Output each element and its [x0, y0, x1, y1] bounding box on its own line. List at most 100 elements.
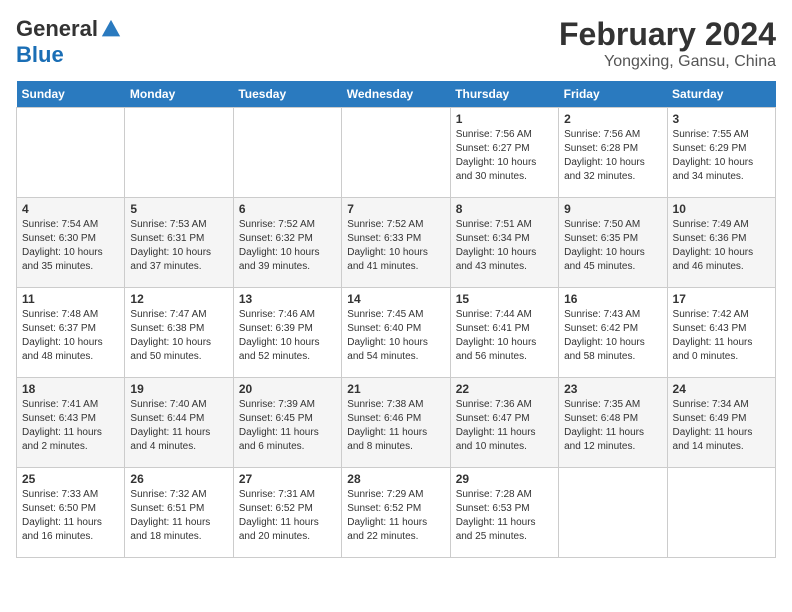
title-block: February 2024 Yongxing, Gansu, China [559, 16, 776, 71]
day-number: 22 [456, 382, 553, 396]
calendar-cell: 8Sunrise: 7:51 AM Sunset: 6:34 PM Daylig… [450, 198, 558, 288]
day-number: 8 [456, 202, 553, 216]
day-info: Sunrise: 7:53 AM Sunset: 6:31 PM Dayligh… [130, 219, 211, 272]
day-info: Sunrise: 7:28 AM Sunset: 6:53 PM Dayligh… [456, 489, 536, 542]
day-info: Sunrise: 7:47 AM Sunset: 6:38 PM Dayligh… [130, 309, 211, 362]
calendar-cell: 21 Sunrise: 7:38 AM Sunset: 6:46 PM Dayli… [342, 378, 450, 468]
calendar-cell: 25 Sunrise: 7:33 AM Sunset: 6:50 PM Dayli… [17, 468, 125, 558]
calendar-cell: 2Sunrise: 7:56 AM Sunset: 6:28 PM Daylig… [559, 108, 667, 198]
day-number: 5 [130, 202, 227, 216]
day-info: Sunrise: 7:48 AM Sunset: 6:37 PM Dayligh… [22, 309, 103, 362]
day-number: 25 [22, 472, 119, 486]
day-info: Sunrise: 7:45 AM Sunset: 6:40 PM Dayligh… [347, 309, 428, 362]
calendar-week-1: 1 Sunrise: 7:56 AM Sunset: 6:27 PM Daylig… [17, 108, 776, 198]
calendar-week-5: 25 Sunrise: 7:33 AM Sunset: 6:50 PM Dayli… [17, 468, 776, 558]
calendar-cell: 3 Sunrise: 7:55 AM Sunset: 6:29 PM Daylig… [667, 108, 775, 198]
calendar-cell [233, 108, 341, 198]
calendar-cell: 22 Sunrise: 7:36 AM Sunset: 6:47 PM Dayli… [450, 378, 558, 468]
day-number: 14 [347, 292, 444, 306]
calendar-cell: 18 Sunrise: 7:41 AM Sunset: 6:43 PM Dayli… [17, 378, 125, 468]
calendar-cell: 6 Sunrise: 7:52 AM Sunset: 6:32 PM Daylig… [233, 198, 341, 288]
day-info: Sunrise: 7:41 AM Sunset: 6:43 PM Dayligh… [22, 399, 102, 452]
header-saturday: Saturday [667, 81, 775, 108]
calendar-week-3: 11 Sunrise: 7:48 AM Sunset: 6:37 PM Dayli… [17, 288, 776, 378]
day-number: 12 [130, 292, 227, 306]
day-info: Sunrise: 7:54 AM Sunset: 6:30 PM Dayligh… [22, 219, 103, 272]
calendar-cell: 23 Sunrise: 7:35 AM Sunset: 6:48 PM Dayli… [559, 378, 667, 468]
day-number: 23 [564, 382, 661, 396]
day-info: Sunrise: 7:52 AM Sunset: 6:32 PM Dayligh… [239, 219, 320, 272]
day-number: 15 [456, 292, 553, 306]
day-info: Sunrise: 7:31 AM Sunset: 6:52 PM Dayligh… [239, 489, 319, 542]
day-number: 20 [239, 382, 336, 396]
calendar-cell: 10Sunrise: 7:49 AM Sunset: 6:36 PM Dayli… [667, 198, 775, 288]
day-info: Sunrise: 7:40 AM Sunset: 6:44 PM Dayligh… [130, 399, 210, 452]
calendar-cell: 27 Sunrise: 7:31 AM Sunset: 6:52 PM Dayli… [233, 468, 341, 558]
day-info: Sunrise: 7:50 AM Sunset: 6:35 PM Dayligh… [564, 219, 645, 272]
day-number: 6 [239, 202, 336, 216]
day-number: 7 [347, 202, 444, 216]
calendar-table: SundayMondayTuesdayWednesdayThursdayFrid… [16, 81, 776, 558]
calendar-cell: 28 Sunrise: 7:29 AM Sunset: 6:52 PM Dayli… [342, 468, 450, 558]
day-number: 27 [239, 472, 336, 486]
calendar-cell: 17Sunrise: 7:42 AM Sunset: 6:43 PM Dayli… [667, 288, 775, 378]
calendar-cell: 12 Sunrise: 7:47 AM Sunset: 6:38 PM Dayli… [125, 288, 233, 378]
day-info: Sunrise: 7:38 AM Sunset: 6:46 PM Dayligh… [347, 399, 427, 452]
day-number: 10 [673, 202, 770, 216]
day-number: 28 [347, 472, 444, 486]
day-info: Sunrise: 7:29 AM Sunset: 6:52 PM Dayligh… [347, 489, 427, 542]
day-info: Sunrise: 7:43 AM Sunset: 6:42 PM Dayligh… [564, 309, 645, 362]
calendar-cell [559, 468, 667, 558]
page-header: General Blue February 2024 Yongxing, Gan… [16, 16, 776, 71]
calendar-cell: 24 Sunrise: 7:34 AM Sunset: 6:49 PM Dayli… [667, 378, 775, 468]
calendar-cell: 29 Sunrise: 7:28 AM Sunset: 6:53 PM Dayli… [450, 468, 558, 558]
calendar-week-2: 4 Sunrise: 7:54 AM Sunset: 6:30 PM Daylig… [17, 198, 776, 288]
header-monday: Monday [125, 81, 233, 108]
header-tuesday: Tuesday [233, 81, 341, 108]
calendar-cell: 13Sunrise: 7:46 AM Sunset: 6:39 PM Dayli… [233, 288, 341, 378]
calendar-cell: 11 Sunrise: 7:48 AM Sunset: 6:37 PM Dayli… [17, 288, 125, 378]
calendar-cell: 7Sunrise: 7:52 AM Sunset: 6:33 PM Daylig… [342, 198, 450, 288]
day-number: 19 [130, 382, 227, 396]
day-number: 11 [22, 292, 119, 306]
day-number: 1 [456, 112, 553, 126]
calendar-cell [125, 108, 233, 198]
calendar-cell [667, 468, 775, 558]
day-info: Sunrise: 7:56 AM Sunset: 6:27 PM Dayligh… [456, 129, 537, 182]
day-info: Sunrise: 7:56 AM Sunset: 6:28 PM Dayligh… [564, 129, 645, 182]
subtitle: Yongxing, Gansu, China [559, 53, 776, 71]
day-info: Sunrise: 7:55 AM Sunset: 6:29 PM Dayligh… [673, 129, 754, 182]
header-thursday: Thursday [450, 81, 558, 108]
header-sunday: Sunday [17, 81, 125, 108]
calendar-cell: 19 Sunrise: 7:40 AM Sunset: 6:44 PM Dayli… [125, 378, 233, 468]
logo-general-text: General [16, 16, 98, 42]
calendar-cell: 20 Sunrise: 7:39 AM Sunset: 6:45 PM Dayli… [233, 378, 341, 468]
day-number: 24 [673, 382, 770, 396]
day-number: 3 [673, 112, 770, 126]
day-number: 4 [22, 202, 119, 216]
calendar-cell: 9Sunrise: 7:50 AM Sunset: 6:35 PM Daylig… [559, 198, 667, 288]
day-number: 16 [564, 292, 661, 306]
calendar-cell: 15 Sunrise: 7:44 AM Sunset: 6:41 PM Dayli… [450, 288, 558, 378]
day-info: Sunrise: 7:33 AM Sunset: 6:50 PM Dayligh… [22, 489, 102, 542]
calendar-cell: 5 Sunrise: 7:53 AM Sunset: 6:31 PM Daylig… [125, 198, 233, 288]
day-info: Sunrise: 7:36 AM Sunset: 6:47 PM Dayligh… [456, 399, 536, 452]
day-info: Sunrise: 7:34 AM Sunset: 6:49 PM Dayligh… [673, 399, 753, 452]
calendar-cell: 16 Sunrise: 7:43 AM Sunset: 6:42 PM Dayli… [559, 288, 667, 378]
logo-blue-text: Blue [16, 42, 64, 68]
day-info: Sunrise: 7:35 AM Sunset: 6:48 PM Dayligh… [564, 399, 644, 452]
day-info: Sunrise: 7:44 AM Sunset: 6:41 PM Dayligh… [456, 309, 537, 362]
day-number: 18 [22, 382, 119, 396]
day-number: 21 [347, 382, 444, 396]
calendar-cell: 14 Sunrise: 7:45 AM Sunset: 6:40 PM Dayli… [342, 288, 450, 378]
main-title: February 2024 [559, 16, 776, 53]
calendar-cell: 26Sunrise: 7:32 AM Sunset: 6:51 PM Dayli… [125, 468, 233, 558]
day-info: Sunrise: 7:39 AM Sunset: 6:45 PM Dayligh… [239, 399, 319, 452]
day-info: Sunrise: 7:42 AM Sunset: 6:43 PM Dayligh… [673, 309, 753, 362]
day-number: 29 [456, 472, 553, 486]
day-info: Sunrise: 7:32 AM Sunset: 6:51 PM Dayligh… [130, 489, 210, 542]
calendar-header: SundayMondayTuesdayWednesdayThursdayFrid… [17, 81, 776, 108]
logo-icon [100, 18, 122, 40]
header-friday: Friday [559, 81, 667, 108]
header-wednesday: Wednesday [342, 81, 450, 108]
